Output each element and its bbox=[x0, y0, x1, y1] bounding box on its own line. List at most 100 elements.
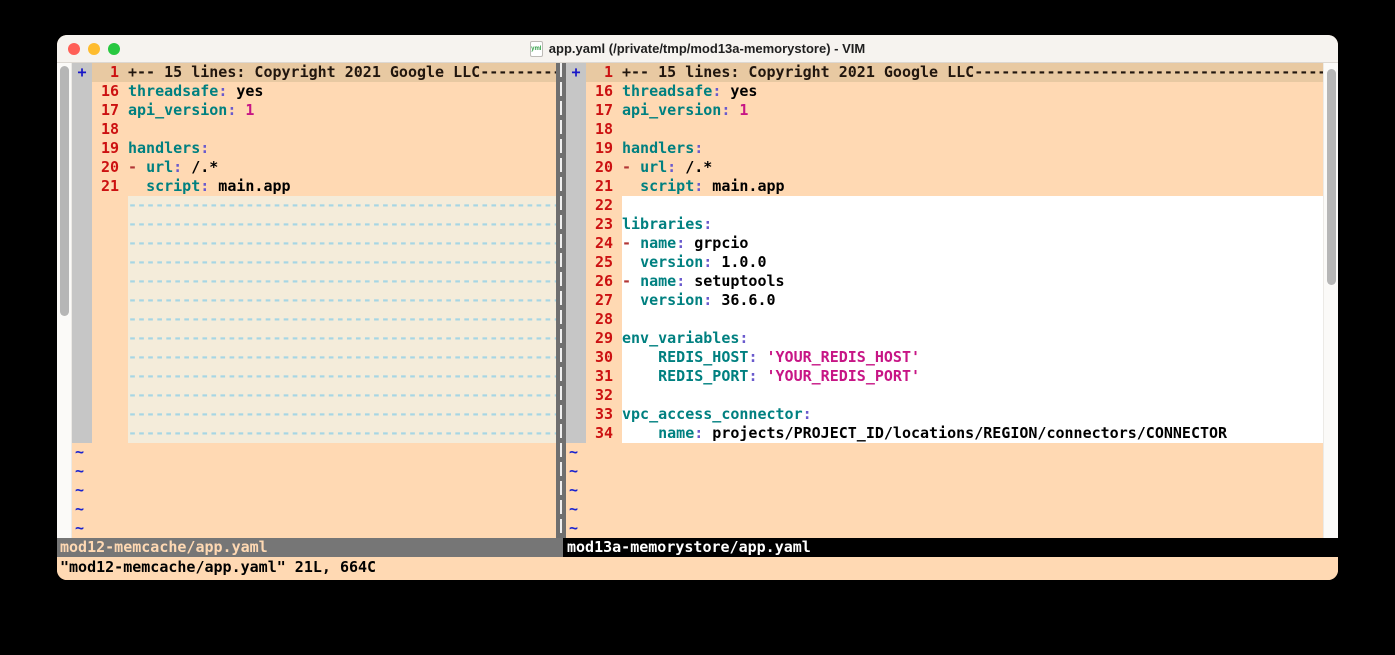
diff-filler-line[interactable]: ----------------------------------------… bbox=[92, 234, 556, 253]
code-token: : bbox=[721, 101, 730, 120]
line-number: 32 bbox=[586, 386, 613, 405]
code-line[interactable]: 18 bbox=[92, 120, 556, 139]
vertical-split-bar[interactable] bbox=[556, 63, 566, 538]
code-token: name bbox=[658, 424, 694, 443]
diff-filler-line[interactable]: ----------------------------------------… bbox=[92, 215, 556, 234]
diff-filler-line[interactable]: ----------------------------------------… bbox=[92, 196, 556, 215]
code-line[interactable]: 25 version: 1.0.0 bbox=[586, 253, 1323, 272]
filler-dashes: ----------------------------------------… bbox=[128, 272, 556, 291]
code-token: : bbox=[200, 139, 209, 158]
line-number bbox=[92, 386, 119, 405]
code-line[interactable]: 28 bbox=[586, 310, 1323, 329]
code-token bbox=[128, 177, 146, 196]
title-bar[interactable]: yml app.yaml (/private/tmp/mod13a-memory… bbox=[57, 35, 1338, 63]
code-line[interactable]: 24- name: grpcio bbox=[586, 234, 1323, 253]
code-token: : bbox=[200, 177, 209, 196]
pane-right[interactable]: + 1+-- 15 lines: Copyright 2021 Google L… bbox=[566, 63, 1323, 538]
title-group: yml app.yaml (/private/tmp/mod13a-memory… bbox=[530, 41, 865, 57]
line-number bbox=[92, 215, 119, 234]
line-number: 1 bbox=[92, 63, 119, 82]
code-line[interactable]: 26- name: setuptools bbox=[586, 272, 1323, 291]
line-number bbox=[92, 196, 119, 215]
fold-header-line[interactable]: 1+-- 15 lines: Copyright 2021 Google LLC… bbox=[92, 63, 556, 82]
line-number: 18 bbox=[586, 120, 613, 139]
right-scrollbar[interactable] bbox=[1323, 63, 1338, 538]
code-line[interactable]: 21 script: main.app bbox=[92, 177, 556, 196]
code-line[interactable]: 16threadsafe: yes bbox=[586, 82, 1323, 101]
code-line[interactable]: 30 REDIS_HOST: 'YOUR_REDIS_HOST' bbox=[586, 348, 1323, 367]
code-token: : bbox=[712, 82, 721, 101]
tilde-line: ~ bbox=[72, 443, 556, 462]
code-line[interactable]: 20- url: /.* bbox=[586, 158, 1323, 177]
code-line[interactable]: 33vpc_access_connector: bbox=[586, 405, 1323, 424]
code-line[interactable]: 19handlers: bbox=[586, 139, 1323, 158]
code-line[interactable]: 21 script: main.app bbox=[586, 177, 1323, 196]
code-line[interactable]: 19handlers: bbox=[92, 139, 556, 158]
code-line[interactable]: 34 name: projects/PROJECT_ID/locations/R… bbox=[586, 424, 1323, 443]
code-line[interactable]: 23libraries: bbox=[586, 215, 1323, 234]
diff-filler-line[interactable]: ----------------------------------------… bbox=[92, 424, 556, 443]
code-line[interactable]: 20- url: /.* bbox=[92, 158, 556, 177]
right-scrollbar-thumb[interactable] bbox=[1327, 69, 1336, 285]
line-number: 1 bbox=[586, 63, 613, 82]
line-number: 23 bbox=[586, 215, 613, 234]
line-number: 16 bbox=[586, 82, 613, 101]
line-number: 29 bbox=[586, 329, 613, 348]
code-token: 36.6.0 bbox=[712, 291, 775, 310]
code-line[interactable]: 17api_version: 1 bbox=[586, 101, 1323, 120]
left-scrollbar-thumb[interactable] bbox=[60, 66, 69, 316]
fold-column[interactable]: + bbox=[72, 63, 92, 443]
code-token bbox=[622, 253, 640, 272]
fold-header-line[interactable]: 1+-- 15 lines: Copyright 2021 Google LLC… bbox=[586, 63, 1323, 82]
line-number: 17 bbox=[586, 101, 613, 120]
code-token: yes bbox=[227, 82, 263, 101]
statusline-right[interactable]: mod13a-memorystore/app.yaml bbox=[563, 538, 1338, 557]
diff-filler-line[interactable]: ----------------------------------------… bbox=[92, 291, 556, 310]
diff-filler-line[interactable]: ----------------------------------------… bbox=[92, 367, 556, 386]
diff-filler-line[interactable]: ----------------------------------------… bbox=[92, 310, 556, 329]
fold-column[interactable]: + bbox=[566, 63, 586, 443]
diff-filler-line[interactable]: ----------------------------------------… bbox=[92, 253, 556, 272]
line-number: 19 bbox=[586, 139, 613, 158]
code-token: env_variables bbox=[622, 329, 739, 348]
diff-filler-line[interactable]: ----------------------------------------… bbox=[92, 329, 556, 348]
code-token bbox=[622, 424, 658, 443]
code-line[interactable]: 16threadsafe: yes bbox=[92, 82, 556, 101]
code-line[interactable]: 17api_version: 1 bbox=[92, 101, 556, 120]
diff-filler-line[interactable]: ----------------------------------------… bbox=[92, 272, 556, 291]
code-line[interactable]: 29env_variables: bbox=[586, 329, 1323, 348]
statusline-left[interactable]: mod12-memcache/app.yaml bbox=[57, 538, 563, 557]
line-number bbox=[92, 405, 119, 424]
diff-filler-line[interactable]: ----------------------------------------… bbox=[92, 348, 556, 367]
left-scrollbar[interactable] bbox=[57, 63, 72, 538]
code-token: version bbox=[640, 291, 703, 310]
tilde-line: ~ bbox=[72, 462, 556, 481]
code-token: handlers bbox=[622, 139, 694, 158]
close-button[interactable] bbox=[68, 43, 80, 55]
fold-expand-icon[interactable]: + bbox=[77, 63, 86, 81]
pane-left[interactable]: + 1+-- 15 lines: Copyright 2021 Google L… bbox=[72, 63, 556, 538]
line-number: 31 bbox=[586, 367, 613, 386]
code-token: : bbox=[676, 272, 685, 291]
fold-expand-icon[interactable]: + bbox=[571, 63, 580, 81]
code-token: : bbox=[803, 405, 812, 424]
code-token bbox=[631, 158, 640, 177]
code-line[interactable]: 18 bbox=[586, 120, 1323, 139]
code-line[interactable]: 31 REDIS_PORT: 'YOUR_REDIS_PORT' bbox=[586, 367, 1323, 386]
code-line[interactable]: 32 bbox=[586, 386, 1323, 405]
code-token: handlers bbox=[128, 139, 200, 158]
code-line[interactable]: 27 version: 36.6.0 bbox=[586, 291, 1323, 310]
zoom-button[interactable] bbox=[108, 43, 120, 55]
diff-filler-line[interactable]: ----------------------------------------… bbox=[92, 386, 556, 405]
code-token: : bbox=[218, 82, 227, 101]
code-token: api_version bbox=[128, 101, 227, 120]
code-token bbox=[631, 234, 640, 253]
tilde-line: ~ bbox=[72, 500, 556, 519]
minimize-button[interactable] bbox=[88, 43, 100, 55]
tilde-line: ~ bbox=[72, 481, 556, 500]
fold-dashes: ----------------------------------------… bbox=[974, 63, 1323, 82]
diff-filler-line[interactable]: ----------------------------------------… bbox=[92, 405, 556, 424]
code-line[interactable]: 22 bbox=[586, 196, 1323, 215]
code-token: : bbox=[676, 234, 685, 253]
code-token: version bbox=[640, 253, 703, 272]
